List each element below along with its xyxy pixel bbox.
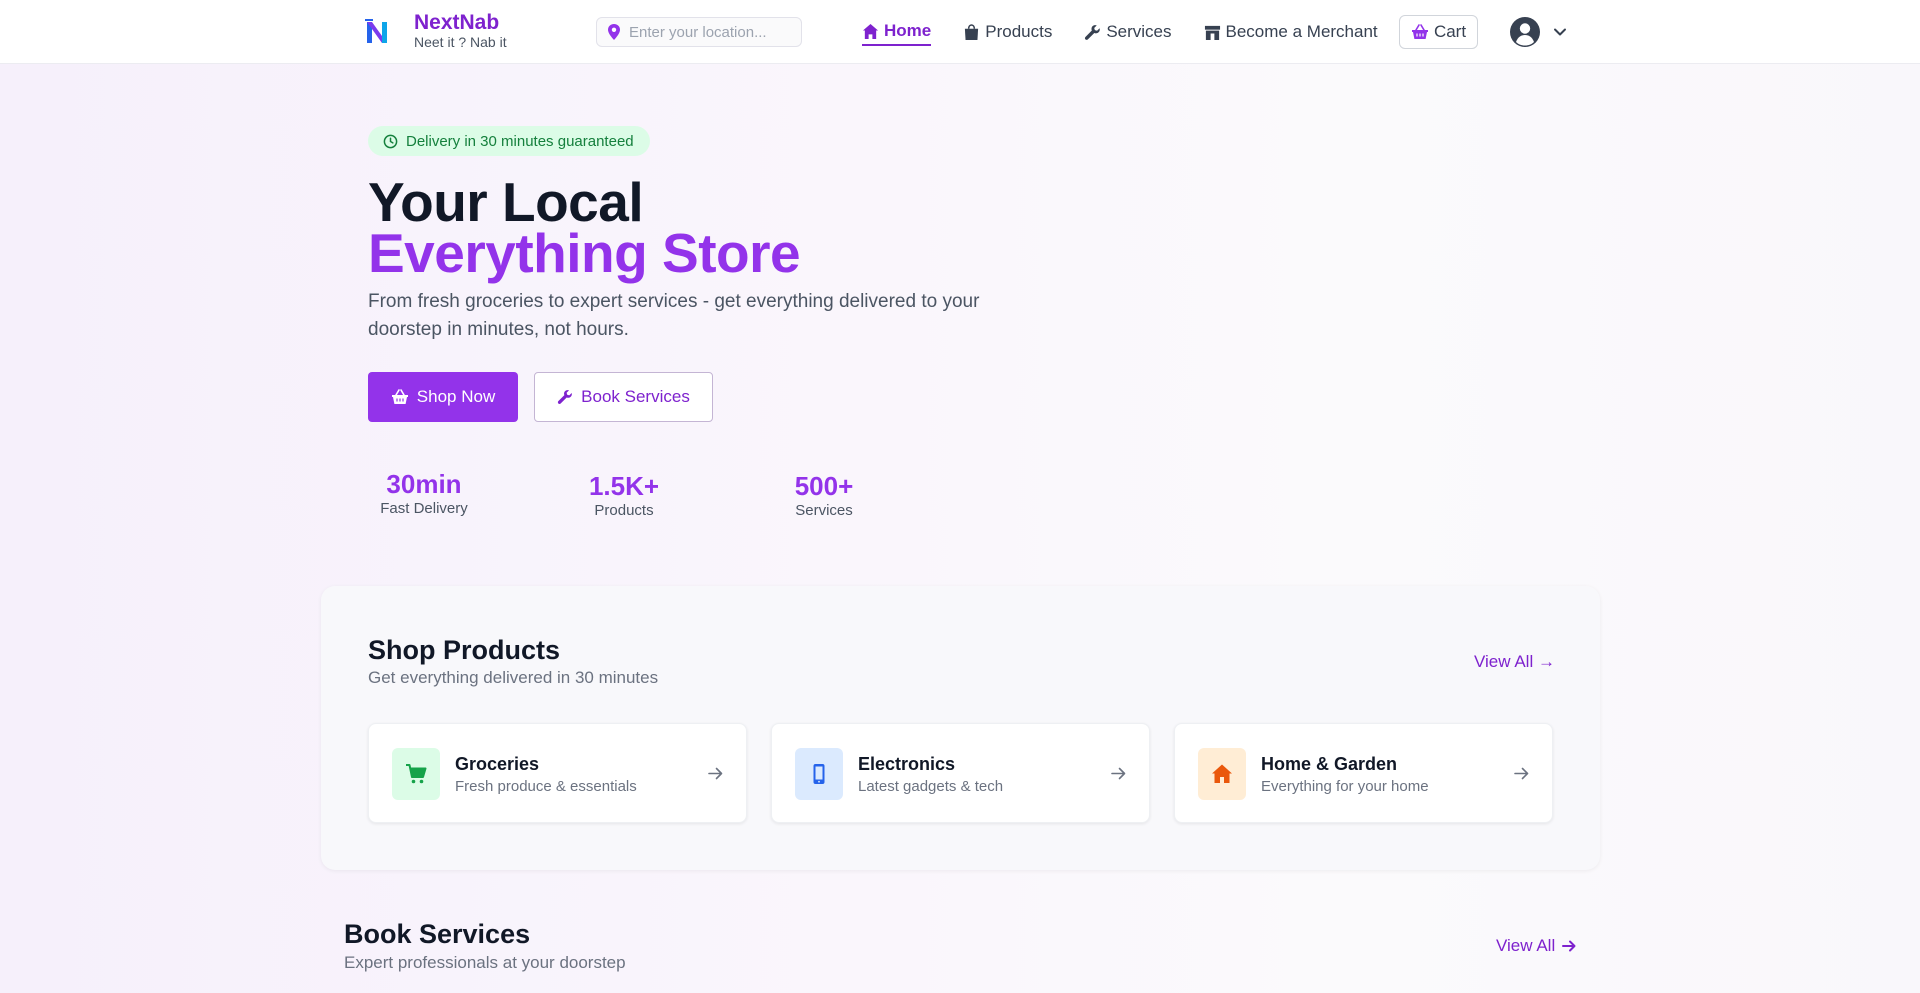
brand[interactable]: NextNab Neet it ? Nab it xyxy=(364,12,507,51)
arrow-right-icon xyxy=(1514,767,1529,780)
basket-icon xyxy=(1411,24,1428,39)
category-icon-box xyxy=(1198,748,1246,800)
shop-products-title: Shop Products xyxy=(368,635,561,665)
user-menu[interactable] xyxy=(1509,16,1568,48)
book-services-view-all-link[interactable]: View All xyxy=(1496,936,1577,956)
basket-icon xyxy=(391,389,408,404)
brand-logo-icon xyxy=(365,18,387,43)
category-title: Groceries xyxy=(455,754,540,774)
shop-products-view-all-link[interactable]: View All → xyxy=(1474,652,1555,672)
shopping-bag-icon xyxy=(965,23,979,40)
book-services-subtitle: Expert professionals at your doorstep xyxy=(344,953,626,972)
hero-title-line2: Everything Store xyxy=(368,222,801,284)
stat-delivery-value: 30min xyxy=(386,469,462,499)
wrench-icon xyxy=(1085,24,1101,40)
book-services-title: Book Services xyxy=(344,919,531,949)
category-card-groceries[interactable]: Groceries Fresh produce & essentials xyxy=(368,723,747,823)
user-circle-icon xyxy=(1510,17,1540,47)
nav-become-merchant[interactable]: Become a Merchant xyxy=(1204,18,1378,46)
user-avatar[interactable] xyxy=(1509,16,1541,48)
category-icon-box xyxy=(795,748,843,800)
category-title: Home & Garden xyxy=(1261,754,1398,774)
category-subtitle: Latest gadgets & tech xyxy=(858,778,1004,795)
book-services-view-all-label: View All xyxy=(1496,936,1556,955)
nav-home[interactable]: Home xyxy=(862,18,932,46)
category-card-electronics[interactable]: Electronics Latest gadgets & tech xyxy=(771,723,1150,823)
shop-products-section: Shop Products Get everything delivered i… xyxy=(321,586,1600,870)
nav-become-merchant-label: Become a Merchant xyxy=(1225,22,1378,41)
stat-delivery: 30min Fast Delivery xyxy=(344,468,504,518)
nav-products-label: Products xyxy=(985,22,1053,41)
book-services-button[interactable]: Book Services xyxy=(534,372,713,422)
store-icon xyxy=(1204,25,1220,40)
category-title: Electronics xyxy=(858,754,956,774)
phone-icon xyxy=(813,764,825,784)
user-menu-toggle[interactable] xyxy=(1541,24,1568,40)
map-pin-icon xyxy=(608,24,620,40)
delivery-badge: Delivery in 30 minutes guaranteed xyxy=(368,126,650,156)
shop-now-button[interactable]: Shop Now xyxy=(368,372,518,422)
category-subtitle: Everything for your home xyxy=(1261,778,1429,795)
category-subtitle: Fresh produce & essentials xyxy=(455,778,637,795)
delivery-badge-text: Delivery in 30 minutes guaranteed xyxy=(406,132,634,150)
stat-products-label: Products xyxy=(594,502,654,519)
home-icon xyxy=(862,23,879,39)
stat-services-value: 500+ xyxy=(794,471,854,501)
hero-actions: Shop Now Book Services xyxy=(368,372,713,422)
hero-section: Delivery in 30 minutes guaranteed Your L… xyxy=(368,126,1068,519)
shop-products-subtitle: Get everything delivered in 30 minutes xyxy=(368,668,659,687)
shop-now-label: Shop Now xyxy=(416,387,496,406)
brand-tagline: Neet it ? Nab it xyxy=(414,34,507,50)
category-card-home-garden[interactable]: Home & Garden Everything for your home xyxy=(1174,723,1553,823)
book-services-label: Book Services xyxy=(581,387,690,406)
nav-services-label: Services xyxy=(1106,22,1172,41)
location-input[interactable] xyxy=(629,23,789,41)
wrench-icon xyxy=(558,390,573,404)
top-navbar: NextNab Neet it ? Nab it Home Products xyxy=(0,0,1920,64)
stat-services: 500+ Services xyxy=(744,470,904,520)
cart-label: Cart xyxy=(1433,22,1467,41)
stat-delivery-label: Fast Delivery xyxy=(380,500,468,517)
main-nav: Home Products Services Become a Merchant xyxy=(862,0,1410,64)
category-icon-box xyxy=(392,748,440,800)
chevron-down-icon xyxy=(1554,28,1566,36)
hero-title-line1: Your Local xyxy=(368,171,644,233)
stat-services-label: Services xyxy=(795,502,853,519)
nav-home-label: Home xyxy=(884,21,932,40)
clock-icon xyxy=(383,134,398,148)
arrow-right-icon xyxy=(708,767,723,780)
cart-button[interactable]: Cart xyxy=(1399,15,1478,49)
brand-name: NextNab xyxy=(414,11,500,34)
nav-services[interactable]: Services xyxy=(1084,18,1172,46)
location-search[interactable] xyxy=(596,17,802,47)
cart-icon xyxy=(406,764,427,784)
nav-products[interactable]: Products xyxy=(963,18,1052,46)
house-icon xyxy=(1212,764,1232,783)
stat-products-value: 1.5K+ xyxy=(588,471,660,501)
stat-products: 1.5K+ Products xyxy=(544,470,704,520)
arrow-right-icon xyxy=(1562,940,1576,952)
hero-subtitle: From fresh groceries to expert services … xyxy=(368,291,980,340)
arrow-right-icon xyxy=(1111,767,1126,780)
